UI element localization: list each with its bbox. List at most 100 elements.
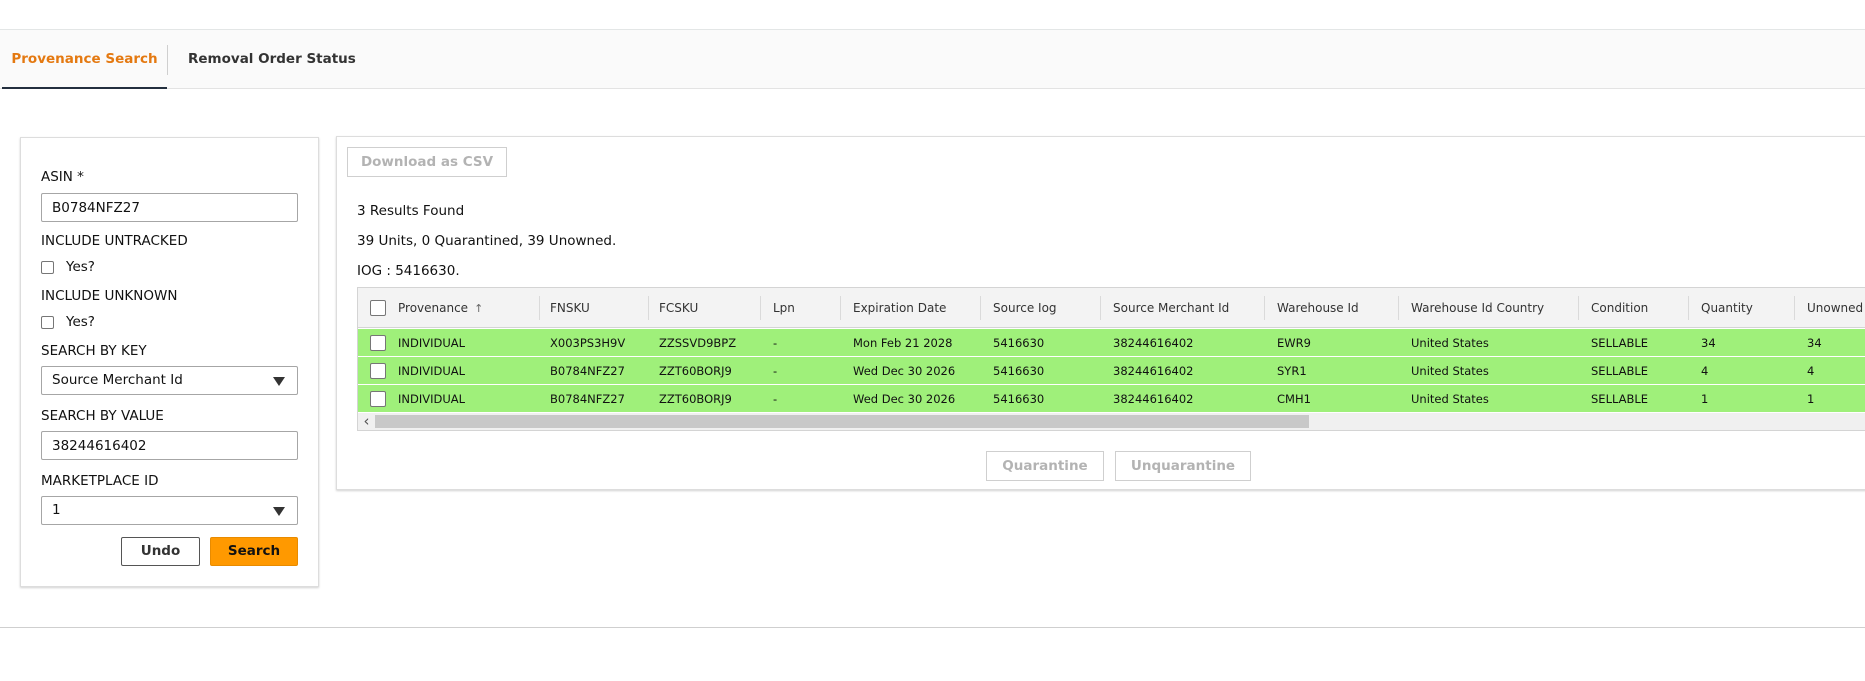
cell-fcsku: ZZT60BORJ9 (659, 392, 732, 406)
cell-lpn: - (773, 392, 778, 406)
cell-unowned-quantity: 1 (1807, 392, 1815, 406)
cell-lpn: - (773, 364, 778, 378)
column-header-condition[interactable]: Condition (1591, 288, 1648, 328)
column-divider (1264, 296, 1265, 320)
search-by-key-select[interactable]: Source Merchant Id (41, 366, 298, 395)
include-unknown-option[interactable]: Yes? (66, 314, 95, 330)
cell-source-merchant-id: 38244616402 (1113, 392, 1194, 406)
include-untracked-row: Yes? (41, 259, 95, 275)
search-by-key-value: Source Merchant Id (52, 372, 183, 388)
results-panel: Download as CSV 3 Results Found 39 Units… (336, 136, 1865, 490)
search-panel: ASIN * INCLUDE UNTRACKED Yes? INCLUDE UN… (20, 137, 319, 587)
cell-unowned-quantity: 4 (1807, 364, 1815, 378)
cell-fcsku: ZZSSVD9BPZ (659, 336, 737, 350)
column-header-provenance[interactable]: Provenance ↑ (398, 288, 483, 328)
cell-source-iog: 5416630 (993, 364, 1045, 378)
column-divider (980, 296, 981, 320)
cell-condition: SELLABLE (1591, 392, 1649, 406)
undo-button[interactable]: Undo (121, 537, 200, 566)
cell-expiration-date: Wed Dec 30 2026 (853, 392, 956, 406)
tab-removal-order-status[interactable]: Removal Order Status (188, 30, 356, 89)
column-header-quantity[interactable]: Quantity (1701, 288, 1753, 328)
tab-divider (167, 45, 168, 75)
cell-fnsku: B0784NFZ27 (550, 364, 625, 378)
cell-warehouse-id: EWR9 (1277, 336, 1311, 350)
horizontal-scrollbar[interactable]: ‹ (358, 413, 1865, 430)
tab-provenance-search[interactable]: Provenance Search (2, 30, 167, 89)
column-header-expiration-date[interactable]: Expiration Date (853, 288, 946, 328)
column-header-warehouse-id[interactable]: Warehouse Id (1277, 288, 1359, 328)
search-button[interactable]: Search (210, 537, 298, 566)
search-by-key-label: SEARCH BY KEY (41, 343, 147, 359)
cell-expiration-date: Mon Feb 21 2028 (853, 336, 953, 350)
cell-unowned-quantity: 34 (1807, 336, 1822, 350)
cell-condition: SELLABLE (1591, 364, 1649, 378)
column-divider (1100, 296, 1101, 320)
cell-quantity: 34 (1701, 336, 1716, 350)
cell-source-merchant-id: 38244616402 (1113, 336, 1194, 350)
cell-warehouse-id: CMH1 (1277, 392, 1311, 406)
cell-quantity: 1 (1701, 392, 1709, 406)
include-untracked-label: INCLUDE UNTRACKED (41, 233, 188, 249)
column-header-warehouse-id-country[interactable]: Warehouse Id Country (1411, 288, 1544, 328)
cell-source-iog: 5416630 (993, 336, 1045, 350)
cell-lpn: - (773, 336, 778, 350)
column-header-lpn[interactable]: Lpn (773, 288, 795, 328)
cell-provenance: INDIVIDUAL (398, 336, 466, 350)
scrollbar-thumb[interactable] (375, 415, 1309, 428)
column-divider (1794, 296, 1795, 320)
cell-condition: SELLABLE (1591, 336, 1649, 350)
include-unknown-checkbox[interactable] (41, 315, 54, 329)
column-header-fnsku[interactable]: FNSKU (550, 288, 590, 328)
asin-input[interactable] (41, 193, 298, 222)
column-header-fcsku[interactable]: FCSKU (659, 288, 698, 328)
units-summary-text: 39 Units, 0 Quarantined, 39 Unowned. (357, 233, 617, 249)
asin-label: ASIN * (41, 169, 84, 185)
column-divider (840, 296, 841, 320)
cell-expiration-date: Wed Dec 30 2026 (853, 364, 956, 378)
chevron-down-icon (273, 507, 285, 516)
unquarantine-button[interactable]: Unquarantine (1115, 451, 1251, 481)
include-untracked-checkbox[interactable] (41, 260, 54, 274)
row-checkbox[interactable] (370, 363, 386, 379)
column-header-source-iog[interactable]: Source Iog (993, 288, 1057, 328)
table-row[interactable]: INDIVIDUAL B0784NFZ27 ZZT60BORJ9 - Wed D… (358, 385, 1865, 413)
cell-fcsku: ZZT60BORJ9 (659, 364, 732, 378)
cell-warehouse-id-country: United States (1411, 336, 1489, 350)
cell-source-iog: 5416630 (993, 392, 1045, 406)
quarantine-button[interactable]: Quarantine (986, 451, 1104, 481)
table-row[interactable]: INDIVIDUAL B0784NFZ27 ZZT60BORJ9 - Wed D… (358, 357, 1865, 385)
marketplace-id-value: 1 (52, 502, 61, 518)
results-grid: Provenance ↑ FNSKU FCSKU Lpn Expiration D… (357, 287, 1865, 431)
column-divider (539, 296, 540, 320)
cell-provenance: INDIVIDUAL (398, 392, 466, 406)
include-unknown-row: Yes? (41, 314, 95, 330)
cell-warehouse-id-country: United States (1411, 364, 1489, 378)
include-untracked-option[interactable]: Yes? (66, 259, 95, 275)
scroll-left-icon[interactable]: ‹ (358, 413, 375, 430)
column-header-unowned-quantity[interactable]: Unowned Q (1807, 288, 1865, 328)
search-by-value-label: SEARCH BY VALUE (41, 408, 164, 424)
marketplace-id-label: MARKETPLACE ID (41, 473, 159, 489)
column-divider (760, 296, 761, 320)
cell-fnsku: X003PS3H9V (550, 336, 626, 350)
tab-bar: Provenance Search Removal Order Status (0, 30, 1865, 89)
column-header-source-merchant-id[interactable]: Source Merchant Id (1113, 288, 1229, 328)
table-row[interactable]: INDIVIDUAL X003PS3H9V ZZSSVD9BPZ - Mon F… (358, 329, 1865, 357)
grid-header: Provenance ↑ FNSKU FCSKU Lpn Expiration D… (358, 288, 1865, 328)
column-divider (1398, 296, 1399, 320)
sort-ascending-icon: ↑ (474, 302, 484, 315)
iog-text: IOG : 5416630. (357, 263, 460, 279)
chevron-down-icon (273, 377, 285, 386)
marketplace-id-select[interactable]: 1 (41, 496, 298, 525)
cell-fnsku: B0784NFZ27 (550, 392, 625, 406)
cell-warehouse-id-country: United States (1411, 392, 1489, 406)
download-csv-button[interactable]: Download as CSV (347, 147, 507, 177)
cell-source-merchant-id: 38244616402 (1113, 364, 1194, 378)
cell-quantity: 4 (1701, 364, 1709, 378)
row-checkbox[interactable] (370, 391, 386, 407)
search-by-value-input[interactable] (41, 431, 298, 460)
row-checkbox[interactable] (370, 335, 386, 351)
select-all-checkbox[interactable] (370, 300, 386, 316)
column-header-label: Provenance (398, 301, 469, 315)
